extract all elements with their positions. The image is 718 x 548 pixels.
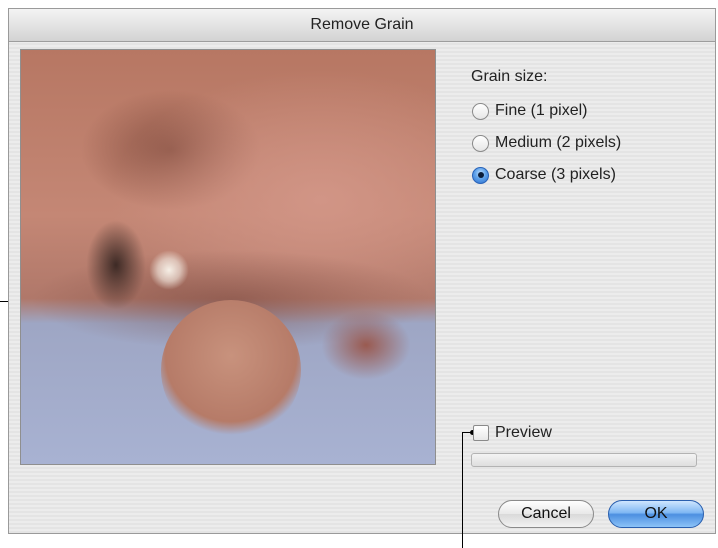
preview-checkbox[interactable] — [473, 425, 489, 441]
radio-selected-icon[interactable] — [472, 166, 489, 184]
radio-medium[interactable]: Medium (2 pixels) — [472, 134, 621, 152]
radio-coarse-label: Coarse (3 pixels) — [495, 166, 616, 183]
radio-fine[interactable]: Fine (1 pixel) — [472, 102, 587, 120]
image-lips — [321, 310, 411, 380]
image-dark-area — [86, 220, 146, 310]
image-highlight — [149, 250, 189, 290]
title-bar: Remove Grain — [9, 9, 715, 42]
radio-circle-icon[interactable] — [472, 134, 489, 152]
cancel-button[interactable]: Cancel — [498, 500, 594, 528]
callout-line-bottom — [462, 432, 463, 548]
grain-size-label: Grain size: — [471, 68, 548, 85]
radio-circle-icon[interactable] — [472, 102, 489, 120]
image-chin — [161, 300, 301, 440]
radio-coarse[interactable]: Coarse (3 pixels) — [472, 166, 616, 184]
preview-image — [20, 49, 436, 465]
progress-bar — [471, 453, 697, 467]
dialog-title: Remove Grain — [310, 16, 414, 33]
radio-medium-label: Medium (2 pixels) — [495, 134, 622, 151]
radio-fine-label: Fine (1 pixel) — [495, 102, 588, 119]
preview-checkbox-row[interactable]: Preview — [473, 424, 552, 442]
preview-label: Preview — [495, 424, 552, 441]
ok-button[interactable]: OK — [608, 500, 704, 528]
